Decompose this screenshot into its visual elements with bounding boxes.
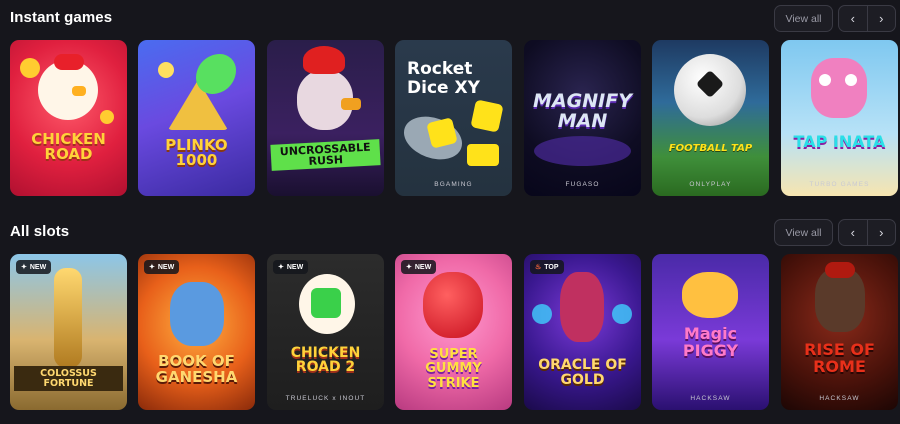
game-title: CHICKEN ROAD (31, 130, 106, 163)
game-artwork (138, 254, 255, 410)
sparkle-icon: ✦ (278, 264, 284, 271)
game-card-magnify-man[interactable]: MAGNIFY MAN FUGASO (524, 40, 641, 196)
pager: ‹ › (838, 219, 896, 246)
game-provider: TRUELUCK x INOUT (285, 395, 366, 402)
game-card-oracle-of-gold[interactable]: ♨ TOP ORACLE OF GOLD (524, 254, 641, 410)
game-title: PLINKO 1000 (165, 136, 228, 169)
game-card-book-of-ganesha[interactable]: ✦ NEW BOOK OF GANESHA (138, 254, 255, 410)
game-card-football-tap[interactable]: FOOTBALL TAP ONLYPLAY (652, 40, 769, 196)
game-artwork (652, 40, 769, 196)
game-provider: ONLYPLAY (689, 181, 732, 188)
section-title: All slots (10, 223, 70, 240)
chevron-right-icon[interactable]: › (866, 220, 896, 245)
game-provider: FUGASO (565, 181, 600, 188)
chevron-left-icon[interactable]: ‹ (839, 6, 867, 31)
sparkle-icon: ✦ (149, 264, 155, 271)
game-card-rocket-dice-xy[interactable]: Rocket Dice XY BGAMING (395, 40, 512, 196)
game-title: SUPER GUMMY STRIKE (425, 347, 482, 391)
game-artwork (10, 40, 127, 196)
game-card-plinko-1000[interactable]: PLINKO 1000 (138, 40, 255, 196)
game-title: FOOTBALL TAP (668, 143, 753, 154)
badge-new: ✦ NEW (144, 260, 180, 274)
game-provider: BGAMING (434, 181, 473, 188)
badge-new: ✦ NEW (401, 260, 437, 274)
game-card-chicken-road-2[interactable]: ✦ NEW CHICKEN ROAD 2 TRUELUCK x INOUT (267, 254, 384, 410)
game-title: Rocket Dice XY (407, 59, 480, 98)
game-title: COLOSSUS FORTUNE (14, 366, 123, 391)
game-row: CHICKEN ROAD PLINKO 1000 UNCROSSABLE RUS… (10, 40, 898, 196)
game-artwork (781, 40, 898, 196)
game-title: TAP INATA (793, 132, 886, 151)
game-card-tap-inata[interactable]: TAP INATA TURBO GAMES (781, 40, 898, 196)
sparkle-icon: ✦ (406, 264, 412, 271)
game-title: CHICKEN ROAD 2 (290, 345, 361, 375)
view-all-button[interactable]: View all (774, 219, 833, 246)
sparkle-icon: ✦ (21, 264, 27, 271)
game-card-rise-of-rome[interactable]: RISE OF ROME HACKSAW (781, 254, 898, 410)
game-title: RISE OF ROME (804, 340, 875, 376)
flame-icon: ♨ (535, 264, 542, 271)
game-title: BOOK OF GANESHA (155, 352, 238, 386)
game-row: ✦ NEW COLOSSUS FORTUNE ✦ NEW BOOK OF GANES… (10, 254, 898, 410)
game-title: Magic PIGGY (682, 324, 739, 360)
game-artwork (138, 40, 255, 196)
game-card-colossus-fortune[interactable]: ✦ NEW COLOSSUS FORTUNE (10, 254, 127, 410)
section-header: Instant games View all ‹ › (10, 0, 896, 36)
game-card-super-gummy-strike[interactable]: ✦ NEW SUPER GUMMY STRIKE (395, 254, 512, 410)
view-all-button[interactable]: View all (774, 5, 833, 32)
badge-top: ♨ TOP (530, 260, 564, 274)
game-artwork (267, 40, 384, 196)
game-card-chicken-road[interactable]: CHICKEN ROAD (10, 40, 127, 196)
all-slots-section: All slots View all ‹ › ✦ NEW COLOSSUS FOR… (10, 214, 898, 410)
game-title: MAGNIFY MAN (533, 90, 632, 132)
section-header: All slots View all ‹ › (10, 214, 896, 250)
chevron-right-icon[interactable]: › (866, 6, 896, 31)
pager: ‹ › (838, 5, 896, 32)
badge-new: ✦ NEW (273, 260, 309, 274)
game-title: ORACLE OF GOLD (538, 357, 627, 388)
game-artwork (781, 254, 898, 410)
game-provider: TURBO GAMES (809, 181, 870, 188)
game-provider: HACKSAW (690, 395, 731, 402)
chevron-left-icon[interactable]: ‹ (839, 220, 867, 245)
instant-games-section: Instant games View all ‹ › CHICKEN ROAD (10, 0, 898, 196)
section-title: Instant games (10, 9, 113, 26)
game-artwork (267, 254, 384, 410)
game-card-magic-piggy[interactable]: Magic PIGGY HACKSAW (652, 254, 769, 410)
badge-new: ✦ NEW (16, 260, 52, 274)
game-card-uncrossable-rush[interactable]: UNCROSSABLE RUSH (267, 40, 384, 196)
game-provider: HACKSAW (819, 395, 860, 402)
